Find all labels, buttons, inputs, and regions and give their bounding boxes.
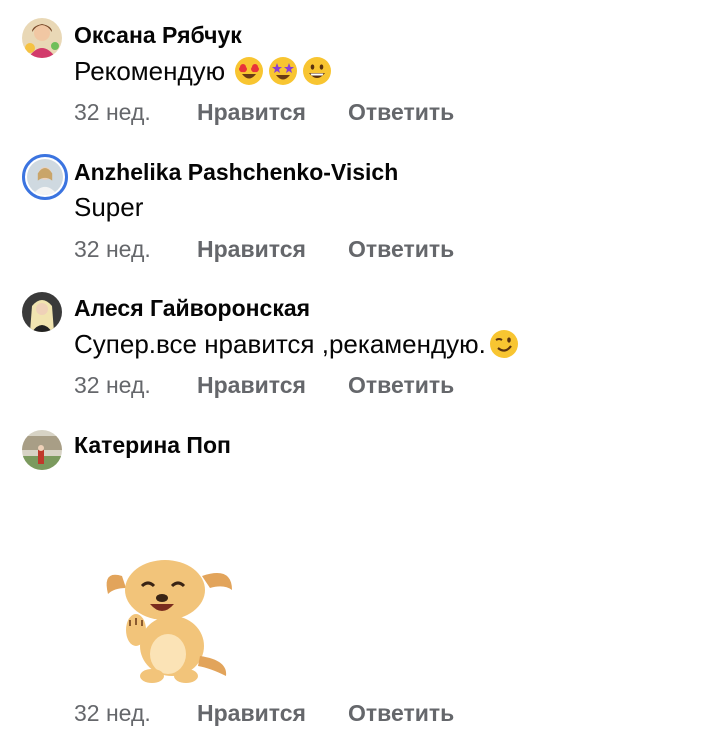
comment-text: Рекомендую <box>74 55 333 87</box>
star-struck-emoji-icon <box>267 55 299 87</box>
avatar[interactable] <box>22 292 62 332</box>
winking-emoji-icon <box>488 328 520 360</box>
grinning-emoji-icon <box>301 55 333 87</box>
avatar[interactable] <box>22 154 68 200</box>
comment-author[interactable]: Алеся Гайворонская <box>74 294 310 322</box>
reply-button[interactable]: Ответить <box>348 371 454 399</box>
like-button[interactable]: Нравится <box>197 98 348 126</box>
avatar[interactable] <box>22 18 62 58</box>
comment-meta: 32 нед. Нравится Ответить <box>74 699 454 727</box>
reply-button[interactable]: Ответить <box>348 235 454 263</box>
comment-time[interactable]: 32 нед. <box>74 371 197 399</box>
like-button[interactable]: Нравится <box>197 235 348 263</box>
puppy-sticker <box>100 548 240 688</box>
comment-meta: 32 нед. Нравится Ответить <box>74 98 454 126</box>
heart-eyes-emoji-icon <box>233 55 265 87</box>
comment-text-content: Супер.все нравится ,рекамендую. <box>74 329 486 359</box>
like-button[interactable]: Нравится <box>197 699 348 727</box>
comment-text-content: Рекомендую <box>74 56 226 86</box>
comment-time[interactable]: 32 нед. <box>74 699 197 727</box>
reply-button[interactable]: Ответить <box>348 699 454 727</box>
comment-author[interactable]: Оксана Рябчук <box>74 21 242 49</box>
comment-author[interactable]: Катерина Поп <box>74 431 231 459</box>
comment-text-content: Super <box>74 192 144 222</box>
comment-time[interactable]: 32 нед. <box>74 98 197 126</box>
comment-meta: 32 нед. Нравится Ответить <box>74 371 454 399</box>
reply-button[interactable]: Ответить <box>348 98 454 126</box>
comment-time[interactable]: 32 нед. <box>74 235 197 263</box>
comment-text: Супер.все нравится ,рекамендую. <box>74 328 520 360</box>
comment-text: Super <box>74 191 143 223</box>
comment-meta: 32 нед. Нравится Ответить <box>74 235 454 263</box>
avatar[interactable] <box>22 430 62 470</box>
comment-author[interactable]: Anzhelika Pashchenko-Visich <box>74 158 398 186</box>
like-button[interactable]: Нравится <box>197 371 348 399</box>
